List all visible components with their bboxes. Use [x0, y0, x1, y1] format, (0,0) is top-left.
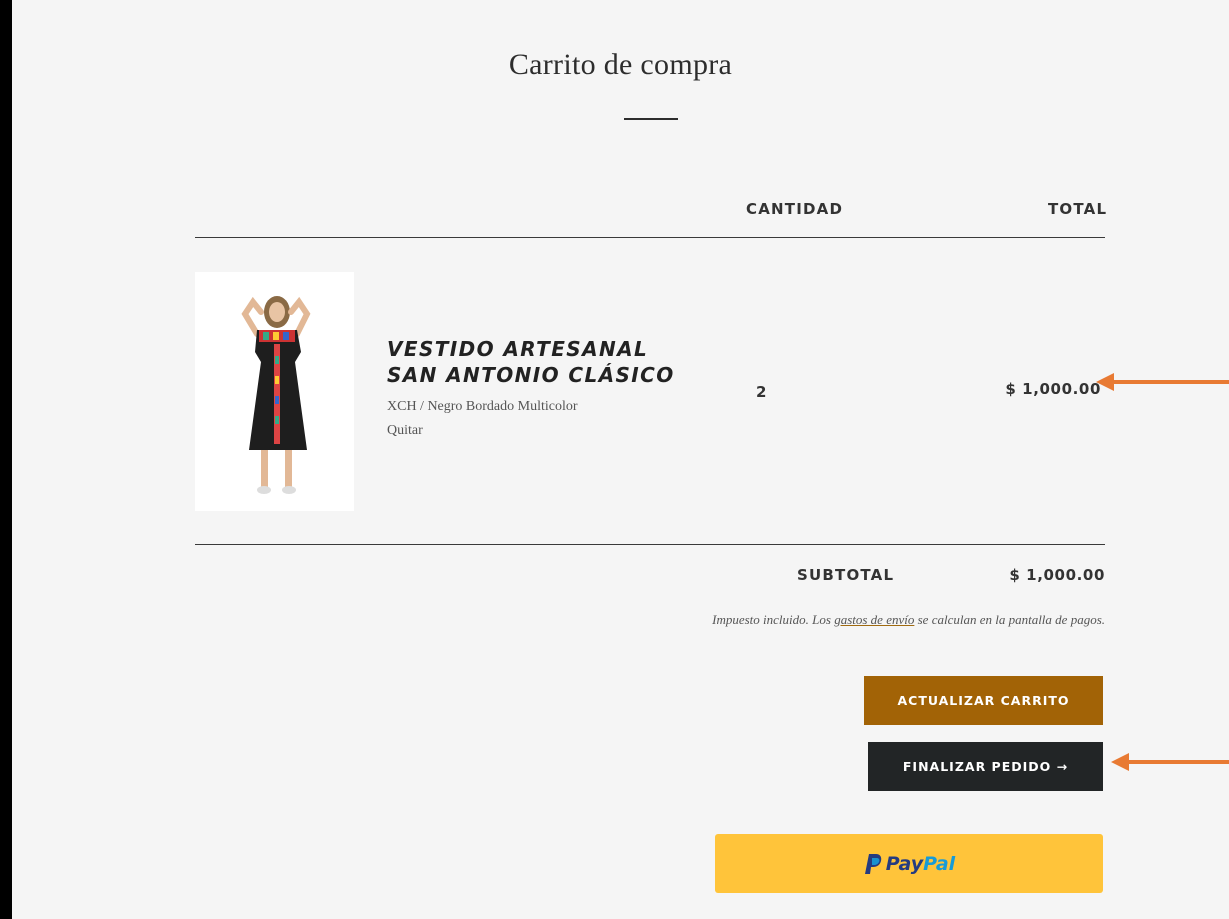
paypal-text-pay: Pay — [885, 852, 924, 875]
checkout-button[interactable]: FINALIZAR PEDIDO → — [868, 742, 1103, 791]
remove-item-link[interactable]: Quitar — [387, 423, 423, 439]
product-variant: XCH / Negro Bordado Multicolor — [387, 399, 578, 414]
paypal-logo-icon — [864, 853, 882, 874]
paypal-button[interactable]: Pay Pal — [715, 834, 1103, 893]
column-header-quantity: CANTIDAD — [746, 200, 844, 218]
subtotal-value: $ 1,000.00 — [1009, 566, 1105, 584]
paypal-text-pal: Pal — [923, 852, 956, 875]
product-image[interactable] — [195, 272, 354, 511]
item-quantity[interactable]: 2 — [756, 383, 766, 401]
column-header-total: TOTAL — [1048, 200, 1108, 218]
subtotal-label: SUBTOTAL — [797, 566, 895, 584]
page-title: Carrito de compra — [508, 48, 733, 81]
items-divider — [195, 544, 1105, 545]
header-divider — [195, 237, 1105, 238]
annotation-arrow-icon — [1096, 373, 1229, 391]
annotation-arrow-icon — [1111, 753, 1229, 771]
product-name[interactable]: VESTIDO ARTESANAL SAN ANTONIO CLÁSICO — [387, 336, 707, 388]
item-total: $ 1,000.00 — [1005, 380, 1101, 398]
title-divider — [624, 118, 678, 120]
tax-shipping-note: Impuesto incluido. Los gastos de envío s… — [712, 608, 1105, 631]
note-text-after: se calculan en la pantalla de pagos. — [914, 612, 1105, 627]
cart-page: Carrito de compra CANTIDAD TOTAL VESTIDO… — [12, 0, 1229, 919]
paypal-logo: Pay Pal — [863, 853, 955, 875]
update-cart-button[interactable]: ACTUALIZAR CARRITO — [864, 676, 1103, 725]
shipping-link[interactable]: gastos de envío — [834, 612, 914, 627]
note-text-before: Impuesto incluido. Los — [712, 612, 835, 627]
product-photo-illustration — [195, 272, 354, 511]
